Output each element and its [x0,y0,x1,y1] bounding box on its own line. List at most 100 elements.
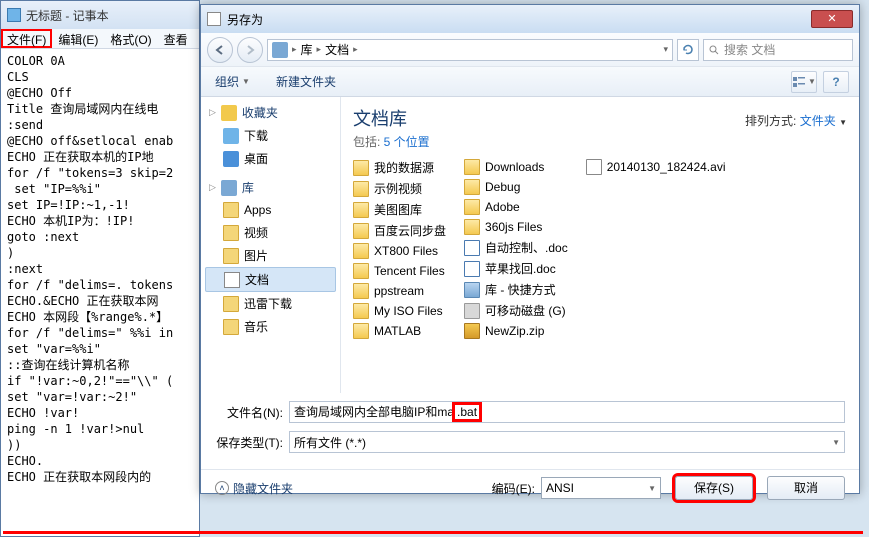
folder-icon [464,179,480,195]
docx-icon [464,240,480,256]
file-item[interactable]: Debug [464,178,568,196]
arrow-right-icon [244,44,256,56]
folder-icon [223,319,239,335]
folder-icon [353,263,369,279]
save-button[interactable]: 保存(S) [675,476,753,500]
folder-icon [353,303,369,319]
library-subtitle: 包括: 5 个位置 [353,133,847,150]
crumb-1[interactable]: 库 [301,41,313,58]
dialog-titlebar[interactable]: 另存为 ✕ [201,5,859,33]
tree-pane[interactable]: ▷ 收藏夹 下载 桌面 ▷ 库 Apps 视频 图片 文档 迅雷下载 音乐 [201,97,341,393]
locations-link[interactable]: 5 个位置 [384,135,430,149]
tree-documents[interactable]: 文档 [205,267,336,292]
file-item[interactable]: My ISO Files [353,302,446,320]
crumb-2[interactable]: 文档 [325,41,349,58]
file-item[interactable]: 美图图库 [353,200,446,219]
menu-format[interactable]: 格式(O) [104,29,157,48]
file-item[interactable]: 苹果找回.doc [464,259,568,278]
file-item[interactable]: XT800 Files [353,242,446,260]
file-item[interactable]: 百度云同步盘 [353,221,446,240]
tree-desktop[interactable]: 桌面 [201,147,340,170]
hide-folders-button[interactable]: ˄ 隐藏文件夹 [215,480,293,497]
library-icon [221,180,237,196]
file-item[interactable]: 库 - 快捷方式 [464,280,568,299]
nav-bar: ▸ 库 ▸ 文档 ▸ ▾ 搜索 文档 [201,33,859,67]
organize-button[interactable]: 组织▼ [211,71,254,92]
refresh-icon [682,44,694,56]
star-icon [221,105,237,121]
folder-icon [353,223,369,239]
search-placeholder: 搜索 文档 [724,41,775,58]
encoding-select[interactable]: ANSI▼ [541,477,661,499]
menu-view[interactable]: 查看 [158,29,194,48]
file-item[interactable]: ppstream [353,282,446,300]
file-item[interactable]: 我的数据源 [353,158,446,177]
file-item[interactable]: 20140130_182424.avi [586,158,726,176]
download-icon [223,128,239,144]
desktop-icon [223,151,239,167]
tree-libraries[interactable]: ▷ 库 [201,176,340,199]
search-input[interactable]: 搜索 文档 [703,39,853,61]
encoding-label: 编码(E): [492,480,535,497]
file-item[interactable]: MATLAB [353,322,446,340]
back-button[interactable] [207,37,233,63]
view-button[interactable]: ▼ [791,71,817,93]
dialog-title: 另存为 [227,11,263,28]
cancel-button[interactable]: 取消 [767,476,845,500]
file-item[interactable]: Tencent Files [353,262,446,280]
file-item[interactable]: Downloads [464,158,568,176]
filename-input[interactable]: 查询局域网内全部电脑IP和ma.bat [289,401,845,423]
arrow-left-icon [214,44,226,56]
form-area: 文件名(N): 查询局域网内全部电脑IP和ma.bat 保存类型(T): 所有文… [201,393,859,469]
dialog-footer: ˄ 隐藏文件夹 编码(E): ANSI▼ 保存(S) 取消 [201,469,859,510]
folder-icon [353,243,369,259]
filename-label: 文件名(N): [215,404,289,421]
filetype-select[interactable]: 所有文件 (*.*)▼ [289,431,845,453]
close-button[interactable]: ✕ [811,10,853,28]
refresh-button[interactable] [677,39,699,61]
file-item[interactable]: 360js Files [464,218,568,236]
folder-icon [353,283,369,299]
chevron-up-icon: ˄ [215,481,229,495]
folder-icon [223,296,239,312]
notepad-window: 无标题 - 记事本 文件(F) 编辑(E) 格式(O) 查看 COLOR 0A … [0,0,200,537]
tree-apps[interactable]: Apps [201,199,340,221]
new-folder-button[interactable]: 新建文件夹 [272,71,340,92]
avi-icon [586,159,602,175]
folder-icon [464,199,480,215]
folder-icon [223,248,239,264]
toolbar: 组织▼ 新建文件夹 ▼ ? [201,67,859,97]
breadcrumb[interactable]: ▸ 库 ▸ 文档 ▸ ▾ [267,39,673,61]
document-icon [224,272,240,288]
folder-icon [353,323,369,339]
file-item[interactable]: 示例视频 [353,179,446,198]
filetype-label: 保存类型(T): [215,434,289,451]
search-icon [708,44,720,56]
bottom-highlight [3,531,863,534]
file-list-pane[interactable]: 文档库 排列方式: 文件夹 ▼ 包括: 5 个位置 我的数据源示例视频美图图库百… [341,97,859,393]
file-item[interactable]: NewZip.zip [464,322,568,340]
tree-downloads[interactable]: 下载 [201,124,340,147]
lib-icon [464,282,480,298]
folder-icon [353,202,369,218]
file-item[interactable]: 自动控制、.doc [464,238,568,257]
view-icon [792,76,806,88]
file-item[interactable]: 可移动磁盘 (G) [464,301,568,320]
sort-by[interactable]: 排列方式: 文件夹 ▼ [745,112,847,129]
help-button[interactable]: ? [823,71,849,93]
forward-button[interactable] [237,37,263,63]
file-item[interactable]: Adobe [464,198,568,216]
folder-icon [353,181,369,197]
tree-pictures[interactable]: 图片 [201,244,340,267]
extension-highlight: .bat [452,402,482,422]
menu-file[interactable]: 文件(F) [1,29,52,48]
tree-videos[interactable]: 视频 [201,221,340,244]
library-icon [272,42,288,58]
tree-favorites[interactable]: ▷ 收藏夹 [201,101,340,124]
folder-icon [353,160,369,176]
notepad-body[interactable]: COLOR 0A CLS @ECHO Off Title 查询局域网内在线电 :… [1,49,199,489]
tree-music[interactable]: 音乐 [201,315,340,338]
notepad-titlebar[interactable]: 无标题 - 记事本 [1,1,199,29]
menu-edit[interactable]: 编辑(E) [52,29,104,48]
tree-xunlei[interactable]: 迅雷下载 [201,292,340,315]
